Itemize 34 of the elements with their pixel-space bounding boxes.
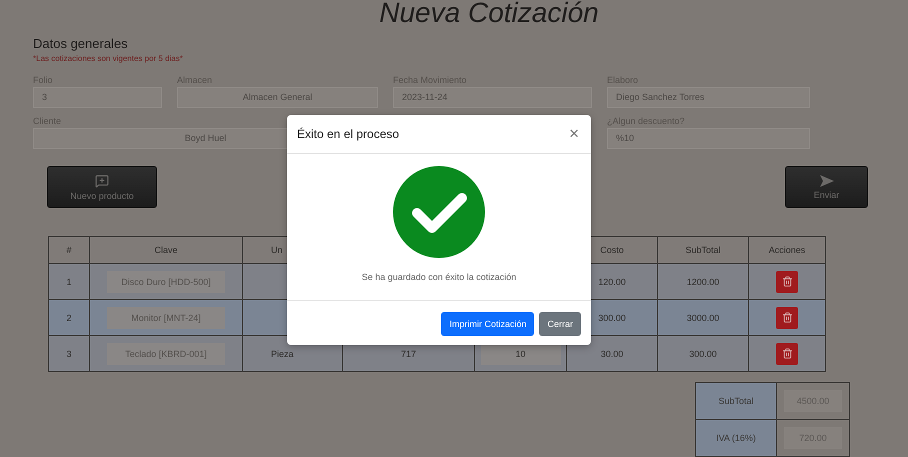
column-header: Acciones bbox=[748, 236, 826, 264]
success-check-icon bbox=[393, 166, 485, 258]
print-button[interactable]: Imprimir Cotización bbox=[441, 312, 534, 336]
delete-button[interactable] bbox=[776, 306, 798, 328]
validity-note: *Las cotizaciones son vigentes por 5 dias* bbox=[33, 54, 184, 63]
table-cell: IVA (16%) bbox=[696, 420, 776, 456]
close-dialog-button[interactable]: Cerrar bbox=[539, 312, 581, 336]
add-message-icon bbox=[95, 174, 109, 188]
input-field[interactable]: Diego Sanchez Torres bbox=[607, 87, 810, 108]
input-field[interactable]: %10 bbox=[607, 128, 810, 149]
table-cell: 300.00 bbox=[658, 336, 748, 372]
section-heading: Datos generales bbox=[33, 36, 129, 51]
page-title: Nueva Cotización bbox=[378, 0, 600, 26]
trash-icon bbox=[782, 348, 792, 359]
new-product-button[interactable]: Nuevo producto bbox=[47, 166, 157, 208]
product-field[interactable]: Teclado [KBRD-001] bbox=[107, 342, 225, 364]
column-header: Clave bbox=[90, 236, 242, 264]
delete-button[interactable] bbox=[776, 270, 798, 292]
table-cell: 3 bbox=[48, 336, 90, 372]
column-header: # bbox=[48, 236, 90, 264]
trash-icon bbox=[782, 312, 792, 323]
input-field[interactable]: 3 bbox=[33, 87, 162, 108]
trash-icon bbox=[782, 276, 792, 287]
dialog-message: Se ha guardado con éxito la cotización bbox=[362, 272, 516, 282]
table-cell: SubTotal bbox=[696, 382, 776, 420]
select-field[interactable]: Almacen General bbox=[177, 87, 378, 108]
delete-button[interactable] bbox=[776, 342, 798, 364]
send-button[interactable]: Enviar bbox=[785, 166, 868, 208]
send-icon bbox=[820, 174, 834, 186]
input-field[interactable]: 2023-11-24 bbox=[393, 87, 592, 108]
product-field[interactable]: Disco Duro [HDD-500] bbox=[107, 270, 225, 292]
close-button[interactable]: × bbox=[567, 124, 581, 144]
product-field[interactable]: Monitor [MNT-24] bbox=[107, 306, 225, 328]
column-header: SubTotal bbox=[658, 236, 748, 264]
